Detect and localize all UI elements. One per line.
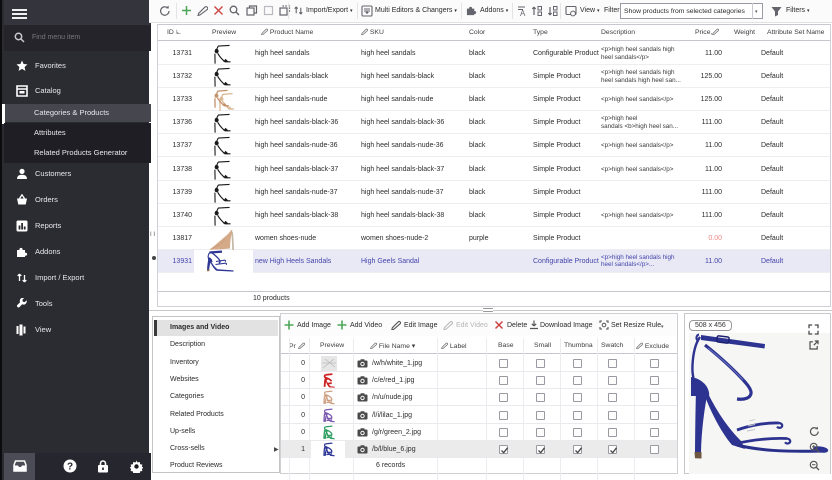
svg-text:A: A	[520, 9, 526, 17]
svg-text:?: ?	[67, 461, 73, 472]
